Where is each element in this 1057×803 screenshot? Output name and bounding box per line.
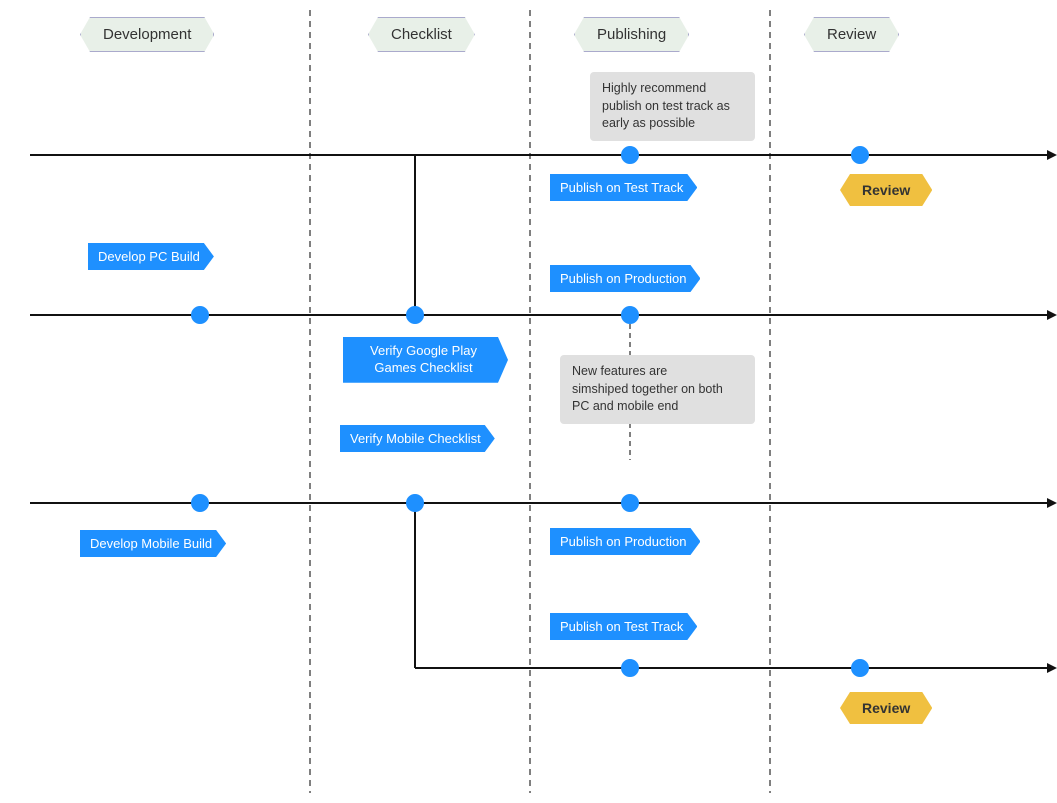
node-test-track (621, 146, 639, 164)
node-test-track-bottom (621, 659, 639, 677)
node-publish-mobile (621, 494, 639, 512)
node-review-top (851, 146, 869, 164)
task-develop-mobile: Develop Mobile Build (80, 530, 226, 557)
publishing-label: Publishing (574, 17, 689, 52)
col-header-checklist: Checklist (368, 17, 475, 52)
diagram-container: Development Checklist Publishing Review … (0, 0, 1057, 803)
checklist-label: Checklist (368, 17, 475, 52)
node-mobile-dev (191, 494, 209, 512)
task-publish-test-track-1: Publish on Test Track (550, 174, 697, 201)
task-verify-gpg: Verify Google PlayGames Checklist (343, 337, 508, 383)
col-header-development: Development (80, 17, 214, 52)
note-simship: New features aresimshiped together on bo… (560, 355, 755, 424)
review-header-label: Review (804, 17, 899, 52)
task-publish-production-2: Publish on Production (550, 528, 700, 555)
task-publish-production-1: Publish on Production (550, 265, 700, 292)
node-pc-dev (191, 306, 209, 324)
development-label: Development (80, 17, 214, 52)
node-checklist-mobile (406, 494, 424, 512)
col-header-publishing: Publishing (574, 17, 689, 52)
node-review-bottom (851, 659, 869, 677)
task-publish-test-track-2: Publish on Test Track (550, 613, 697, 640)
review-label-2: Review (840, 692, 932, 724)
task-verify-mobile: Verify Mobile Checklist (340, 425, 495, 452)
node-publish-pc (621, 306, 639, 324)
note-test-track: Highly recommend publish on test track a… (590, 72, 755, 141)
diagram-svg (0, 0, 1057, 803)
node-checklist-pc (406, 306, 424, 324)
task-develop-pc: Develop PC Build (88, 243, 214, 270)
col-header-review: Review (804, 17, 899, 52)
review-label-1: Review (840, 174, 932, 206)
